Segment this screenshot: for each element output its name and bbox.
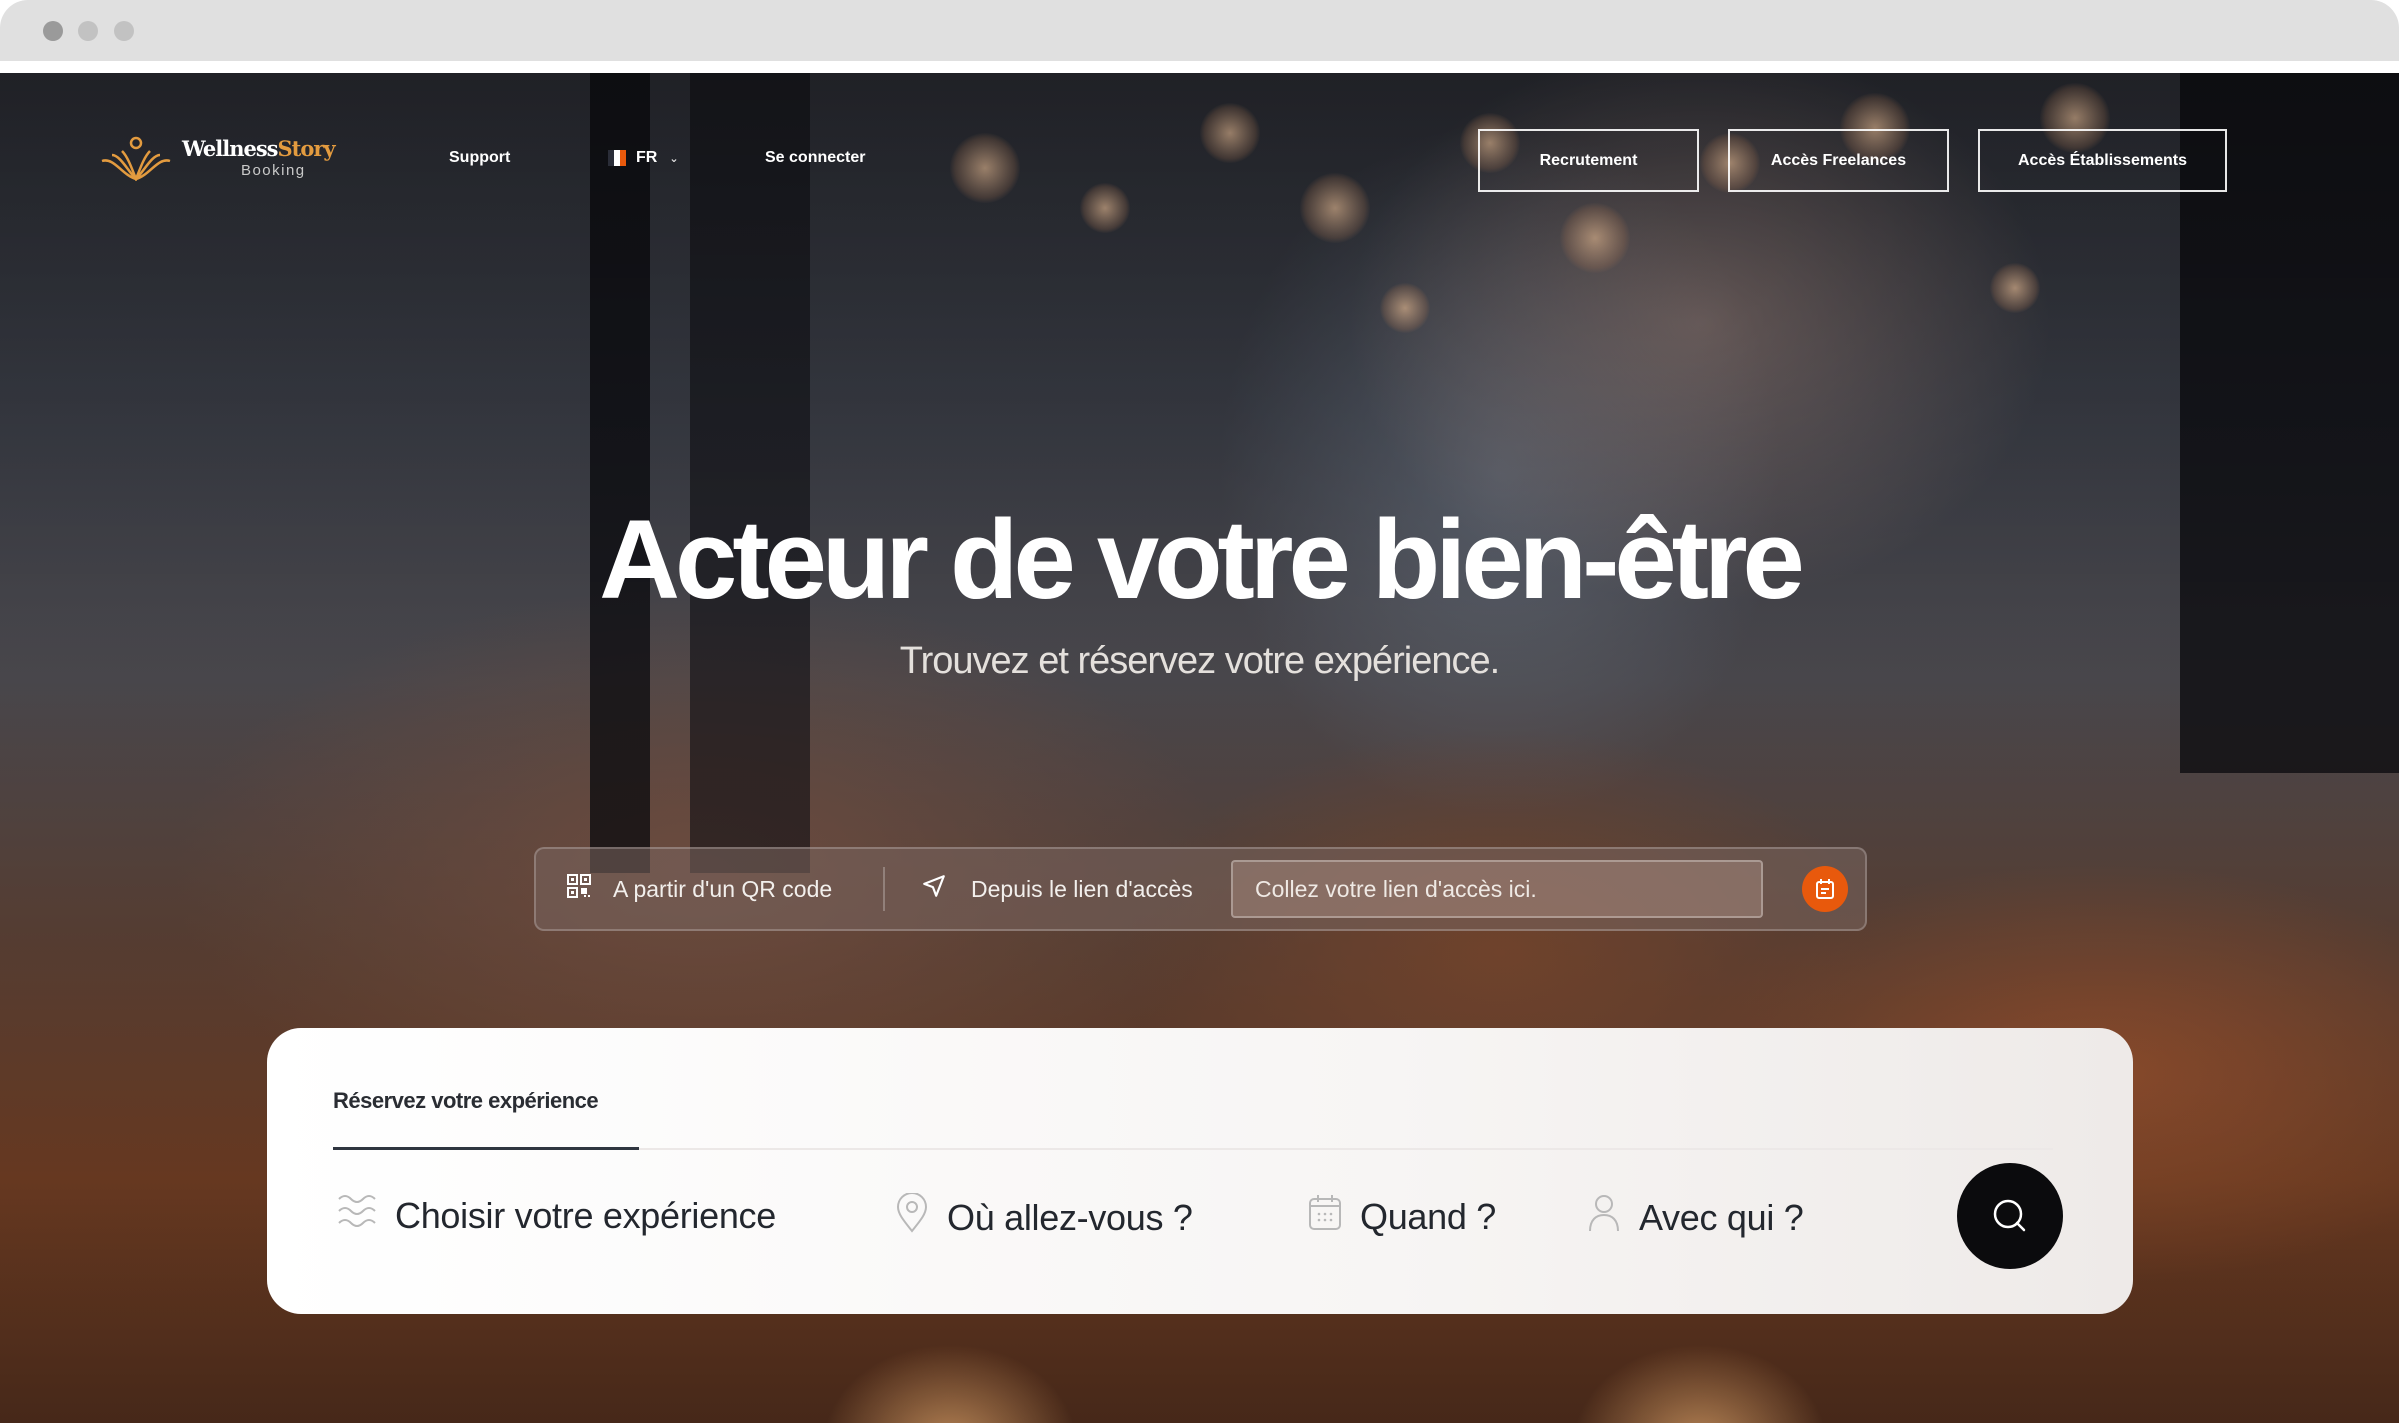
search-icon xyxy=(1993,1199,2026,1232)
establishment-access-button[interactable]: Accès Établissements xyxy=(1978,129,2227,192)
logo-name: WellnessStory xyxy=(182,136,336,161)
user-icon xyxy=(1587,1193,1621,1242)
tab-book-experience[interactable]: Réservez votre expérience xyxy=(333,1088,599,1114)
browser-chrome xyxy=(0,0,2399,61)
access-link-option[interactable]: Depuis le lien d'accès xyxy=(885,849,1231,929)
navigation-arrow-icon xyxy=(921,873,947,905)
qr-code-icon xyxy=(567,874,591,904)
recruitment-button[interactable]: Recrutement xyxy=(1478,129,1699,192)
search-button[interactable] xyxy=(1957,1163,2063,1269)
date-label: Quand ? xyxy=(1360,1195,1497,1237)
flag-fr-icon xyxy=(608,150,626,166)
experience-label: Choisir votre expérience xyxy=(395,1194,776,1236)
date-field[interactable]: Quand ? xyxy=(1308,1193,1496,1240)
clipboard-icon xyxy=(1816,879,1834,899)
hero-title: Acteur de votre bien-être xyxy=(599,497,1805,622)
hero-subtitle: Trouvez et réservez votre expérience. xyxy=(899,640,1500,682)
waves-icon xyxy=(337,1193,377,1238)
map-pin-icon xyxy=(895,1192,929,1242)
language-label: FR xyxy=(636,149,658,166)
experience-field[interactable]: Choisir votre expérience xyxy=(337,1193,776,1238)
booking-panel: Réservez votre expérience Choisir votre … xyxy=(267,1028,2133,1314)
chevron-down-icon: ⌄ xyxy=(669,152,679,165)
calendar-icon xyxy=(1308,1193,1342,1240)
logo[interactable]: WellnessStory Booking xyxy=(100,135,336,181)
login-link[interactable]: Se connecter xyxy=(765,149,865,167)
access-link-label: Depuis le lien d'accès xyxy=(971,875,1193,902)
access-link-bar: A partir d'un QR code Depuis le lien d'a… xyxy=(534,847,1867,931)
window-close-button[interactable] xyxy=(43,21,63,41)
qr-code-option[interactable]: A partir d'un QR code xyxy=(536,849,883,929)
access-link-input[interactable] xyxy=(1231,860,1763,918)
location-label: Où allez-vous ? xyxy=(947,1196,1193,1238)
tab-active-indicator xyxy=(333,1147,639,1150)
nav-support-link[interactable]: Support xyxy=(449,149,510,167)
freelance-access-button[interactable]: Accès Freelances xyxy=(1728,129,1949,192)
guests-field[interactable]: Avec qui ? xyxy=(1587,1193,1804,1242)
location-field[interactable]: Où allez-vous ? xyxy=(895,1192,1193,1242)
guests-label: Avec qui ? xyxy=(1639,1196,1804,1238)
window-minimize-button[interactable] xyxy=(78,21,98,41)
logo-subtitle: Booking xyxy=(240,162,306,179)
window-maximize-button[interactable] xyxy=(114,21,134,41)
qr-code-label: A partir d'un QR code xyxy=(613,875,833,902)
top-navigation: WellnessStory Booking Support FR ⌄ Se co… xyxy=(0,73,2399,243)
chrome-divider xyxy=(0,61,2399,73)
lotus-icon xyxy=(101,136,171,181)
language-selector[interactable]: FR ⌄ xyxy=(608,149,679,167)
paste-submit-button[interactable] xyxy=(1802,866,1848,912)
